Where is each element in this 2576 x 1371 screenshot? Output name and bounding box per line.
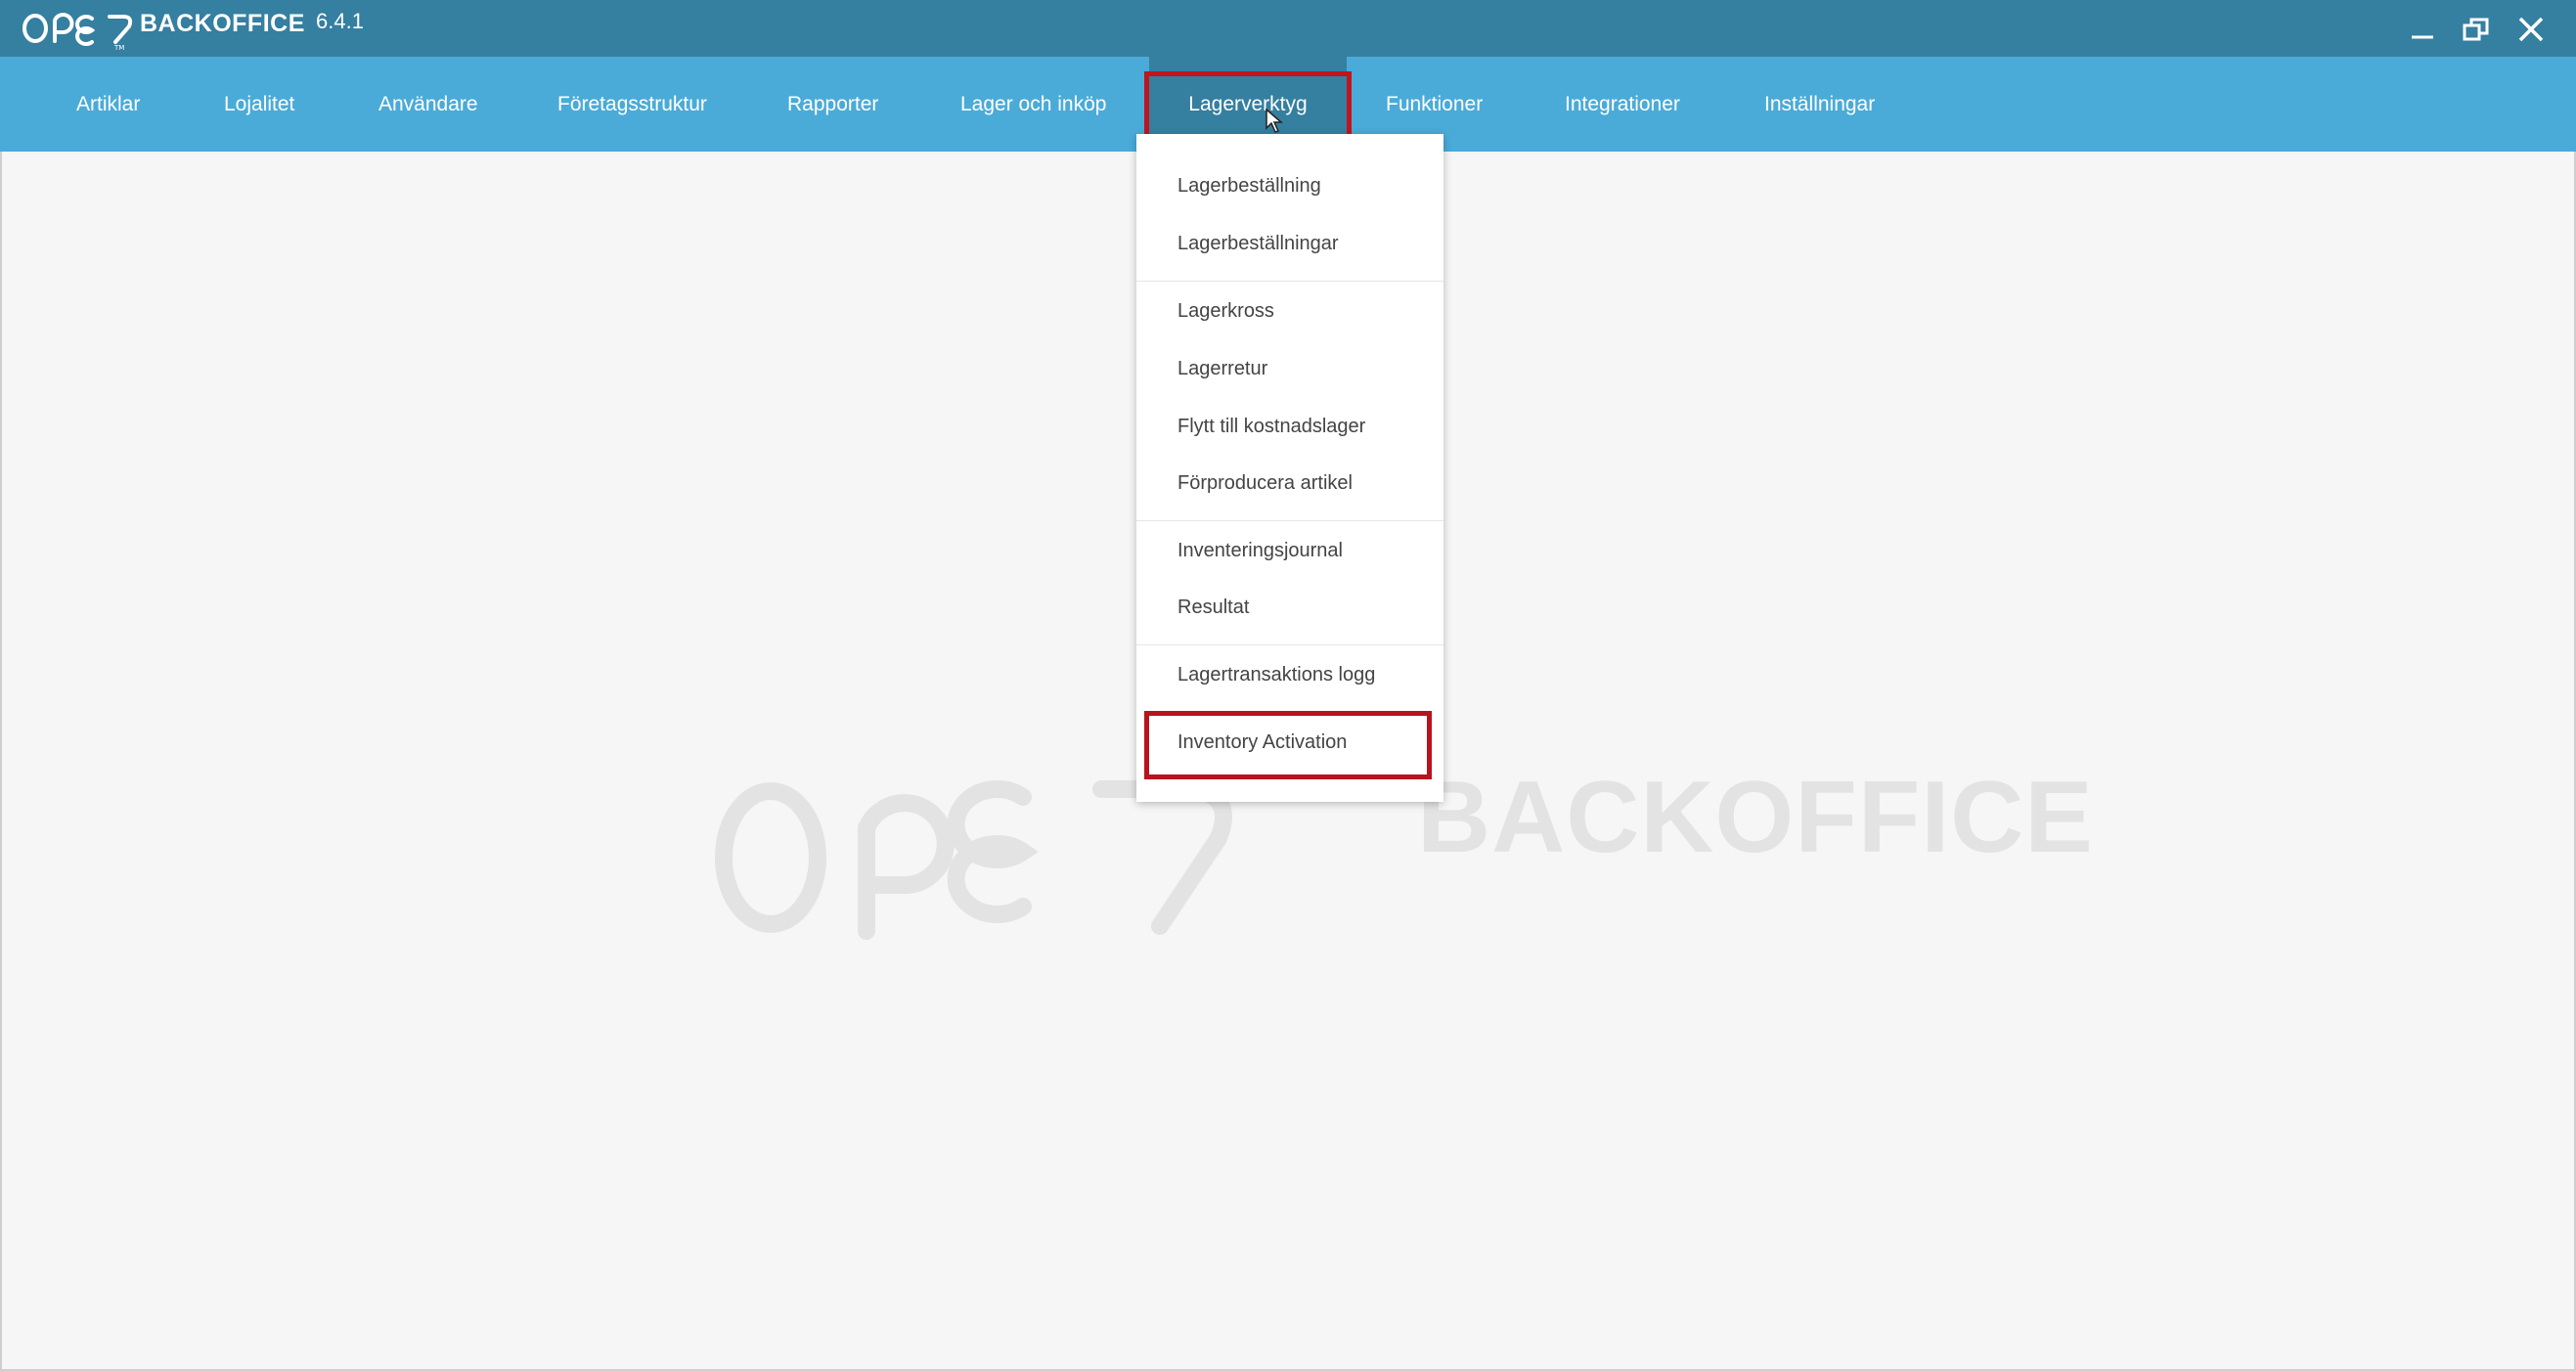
menu-integrationer[interactable]: Integrationer [1565,57,1680,152]
menu-artiklar[interactable]: Artiklar [76,57,140,152]
menu-rapporter[interactable]: Rapporter [787,57,878,152]
restore-button[interactable] [2455,8,2498,51]
dropdown-item-lagerkross[interactable]: Lagerkross [1177,300,1274,323]
menu-foretagsstruktur[interactable]: Företagsstruktur [557,57,707,152]
lagerverktyg-dropdown: Lagerbeställning Lagerbeställningar Lage… [1136,134,1443,802]
dropdown-item-lagerbestallningar[interactable]: Lagerbeställningar [1177,233,1339,255]
version-label: 6.4.1 [316,9,364,33]
dropdown-separator [1136,520,1443,521]
title-bar: TM BACKOFFICE 6.4.1 [0,0,2576,57]
open-logo-icon: TM [22,13,133,52]
restore-icon [2463,18,2489,41]
menu-lager-och-inkop[interactable]: Lager och inköp [960,57,1106,152]
close-icon [2518,17,2544,42]
menu-lojalitet[interactable]: Lojalitet [224,57,294,152]
dropdown-item-inventory-activation[interactable]: Inventory Activation [1177,731,1347,754]
dropdown-item-lagerbestallning[interactable]: Lagerbeställning [1177,175,1321,198]
dropdown-item-lagerretur[interactable]: Lagerretur [1177,358,1267,380]
mouse-cursor-icon [1266,109,1284,133]
minimize-icon [2412,35,2433,39]
brand-name: BACKOFFICE [140,10,305,37]
watermark-text: BACKOFFICE [1417,761,2094,874]
dropdown-item-inventeringsjournal[interactable]: Inventeringsjournal [1177,540,1343,562]
app-logo: TM [22,4,137,55]
menu-installningar[interactable]: Inställningar [1764,57,1875,152]
svg-text:TM: TM [113,44,124,52]
dropdown-item-lagertransaktions-logg[interactable]: Lagertransaktions logg [1177,664,1375,686]
minimize-button[interactable] [2401,8,2444,51]
close-button[interactable] [2509,8,2553,51]
dropdown-item-resultat[interactable]: Resultat [1177,597,1249,619]
menu-anvandare[interactable]: Användare [378,57,478,152]
dropdown-separator [1136,281,1443,282]
dropdown-item-flytt-till-kostnadslager[interactable]: Flytt till kostnadslager [1177,416,1365,438]
dropdown-separator [1136,644,1443,645]
dropdown-item-forproducera-artikel[interactable]: Förproducera artikel [1177,472,1353,495]
